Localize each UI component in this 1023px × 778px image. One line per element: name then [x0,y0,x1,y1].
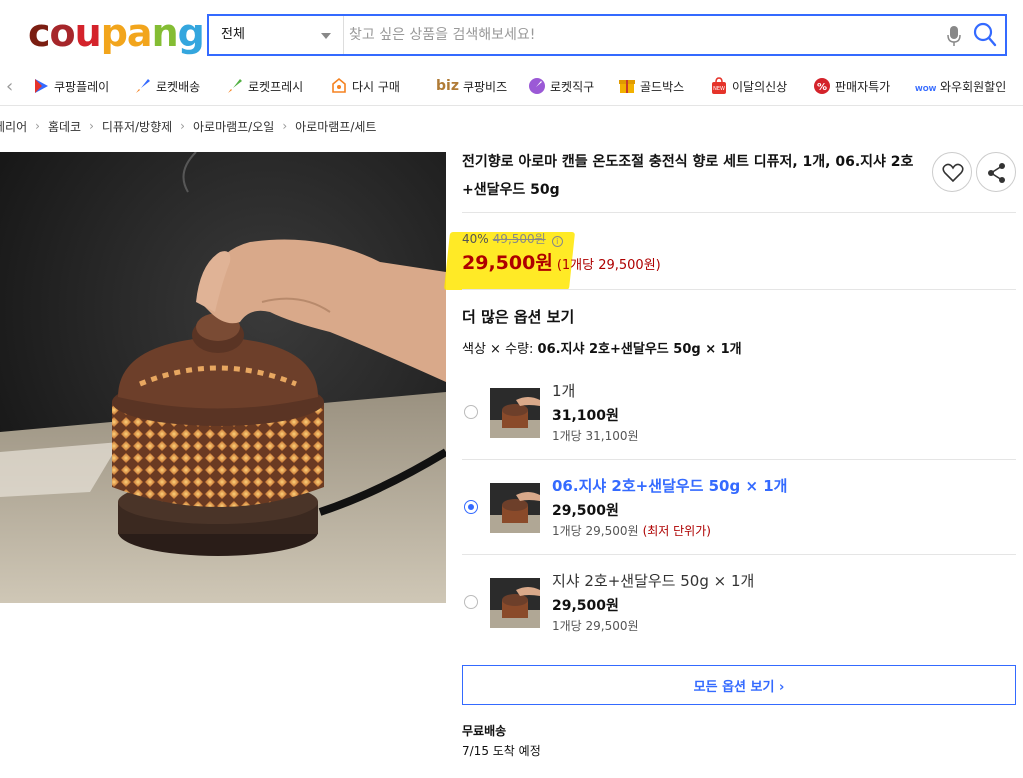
nav-item-wow-discount[interactable]: WOW 와우회원할인 [914,66,1006,106]
category-label: 전체 [221,27,245,42]
option-item-selected[interactable]: 06.지샤 2호+샌달우드 50g × 1개 29,500원 1개당 29,50… [462,455,1016,549]
nav-label: 로켓프레시 [248,79,304,94]
play-icon [35,79,48,93]
unit-price: (1개당 29,500원) [556,258,661,273]
option-thumbnail [490,578,540,628]
nav-label: 쿠팡비즈 [462,79,508,94]
nav-label: 로켓배송 [156,79,201,94]
nav-label: 판매자특가 [835,79,891,94]
breadcrumb-item[interactable]: 홈데코 [48,118,81,135]
options-heading: 더 많은 옵션 보기 [462,308,575,326]
option-unit-price: 1개당 31,100원 [552,427,639,444]
option-unit-price-text: 1개당 29,500원 [552,619,639,633]
product-info: 전기향로 아로마 캔들 온도조절 충전식 향로 세트 디퓨저, 1개, 06.지… [462,148,1016,204]
selected-option: 색상 × 수량: 06.지샤 2호+샌달우드 50g × 1개 [462,338,742,357]
favorite-button[interactable] [932,152,972,192]
nav-label: 골드박스 [640,79,685,94]
breadcrumb-item[interactable]: 테리어 [0,118,27,135]
search-bar: 전체 [207,14,1007,56]
option-name: 1개 [552,382,576,400]
percent-icon: % [814,78,830,94]
option-price: 31,100원 [552,408,619,424]
option-radio[interactable] [464,500,478,514]
search-icon[interactable] [973,22,997,48]
biz-icon: biz [436,78,459,94]
rocket-fresh-icon [228,79,242,93]
product-image[interactable] [0,152,446,603]
nav-item-rebuy[interactable]: 다시 구매 [330,66,400,106]
nav-label: 이달의신상 [732,79,788,94]
sale-price: 29,500원 [462,252,553,274]
breadcrumb-item[interactable]: 아로마램프/오일 [193,118,274,135]
share-icon [988,163,1005,183]
view-all-options-button[interactable]: 모든 옵션 보기 › [462,665,1016,705]
rocket-icon [136,79,150,93]
nav-label: 다시 구매 [352,79,400,94]
share-button[interactable] [976,152,1016,192]
nav-item-goldbox[interactable]: 골드박스 [618,66,684,106]
nav-item-seller-deals[interactable]: % 판매자특가 [813,66,890,106]
divider [462,289,1016,290]
chevron-right-icon: › [35,119,40,133]
option-unit-price: 1개당 29,500원 (최저 단위가) [552,522,711,539]
header: coupang 전체 [0,0,1023,66]
chevron-right-icon: › [180,119,185,133]
breadcrumb-item[interactable]: 디퓨저/방향제 [102,118,172,135]
original-price: 49,500원 [492,232,546,246]
coupang-logo[interactable]: coupang [28,8,205,58]
option-radio[interactable] [464,405,478,419]
option-unit-price: 1개당 29,500원 [552,617,639,634]
option-thumbnail [490,388,540,438]
new-icon: NEW [712,77,726,94]
microphone-icon[interactable] [947,25,961,47]
option-unit-price-text: 1개당 29,500원 [552,524,639,538]
selected-option-label: 색상 × 수량: [462,342,534,357]
chevron-left-icon[interactable]: ‹ [6,76,13,97]
nav-label: 쿠팡플레이 [54,79,110,94]
option-name: 06.지샤 2호+샌달우드 50g × 1개 [552,477,788,495]
nav-item-coupang-biz[interactable]: biz 쿠팡비즈 [436,66,507,106]
option-price: 29,500원 [552,598,619,614]
nav-label: 와우회원할인 [940,79,1007,94]
divider [462,212,1016,213]
nav-item-new-arrivals[interactable]: NEW 이달의신상 [710,66,787,106]
svg-text:WOW: WOW [915,85,936,93]
heart-icon [942,163,964,183]
selected-option-value: 06.지샤 2호+샌달우드 50g × 1개 [537,342,742,357]
rebuy-icon [332,77,346,93]
shipping-title: 무료배송 [462,724,507,738]
option-name: 지샤 2호+샌달우드 50g × 1개 [552,572,755,590]
delivery-date: 7/15 도착 예정 [462,744,541,758]
discount-rate: 40% [462,232,489,246]
global-rocket-icon [529,78,545,94]
category-nav: ‹ 쿠팡플레이 로켓배송 로켓프레시 다시 구매 biz 쿠팡비즈 로켓직구 골… [0,66,1023,106]
search-input[interactable] [349,22,929,48]
breadcrumb: 테리어 › 홈데코 › 디퓨저/방향제 › 아로마램프/오일 › 아로마램프/세… [0,112,376,140]
goldbox-icon [619,80,635,93]
product-title: 전기향로 아로마 캔들 온도조절 충전식 향로 세트 디퓨저, 1개, 06.지… [462,154,914,198]
chevron-down-icon [321,33,331,39]
option-thumbnail [490,483,540,533]
wow-icon: WOW [915,85,936,93]
discount-row: 40% 49,500원 i [462,230,563,247]
nav-label: 로켓직구 [550,79,595,94]
svg-text:NEW: NEW [713,86,725,92]
option-item[interactable]: 1개 31,100원 1개당 31,100원 [462,360,1016,454]
chevron-right-icon: › [282,119,288,133]
info-icon[interactable]: i [551,236,563,247]
option-item[interactable]: 지샤 2호+샌달우드 50g × 1개 29,500원 1개당 29,500원 [462,550,1016,644]
sale-price-row: 29,500원 (1개당 29,500원) [462,248,661,275]
nav-item-rocket-fresh[interactable]: 로켓프레시 [226,66,303,106]
chevron-right-icon: › [89,119,94,133]
option-unit-price-text: 1개당 31,100원 [552,429,639,443]
option-radio[interactable] [464,595,478,609]
category-select[interactable]: 전체 [209,16,344,54]
breadcrumb-item[interactable]: 아로마램프/세트 [295,118,376,135]
nav-item-rocket-global[interactable]: 로켓직구 [528,66,594,106]
nav-item-rocket-delivery[interactable]: 로켓배송 [134,66,200,106]
nav-item-coupang-play[interactable]: 쿠팡플레이 [32,66,109,106]
svg-text:%: % [817,82,827,93]
lowest-unit-price-badge: (최저 단위가) [642,524,711,538]
option-price: 29,500원 [552,503,619,519]
